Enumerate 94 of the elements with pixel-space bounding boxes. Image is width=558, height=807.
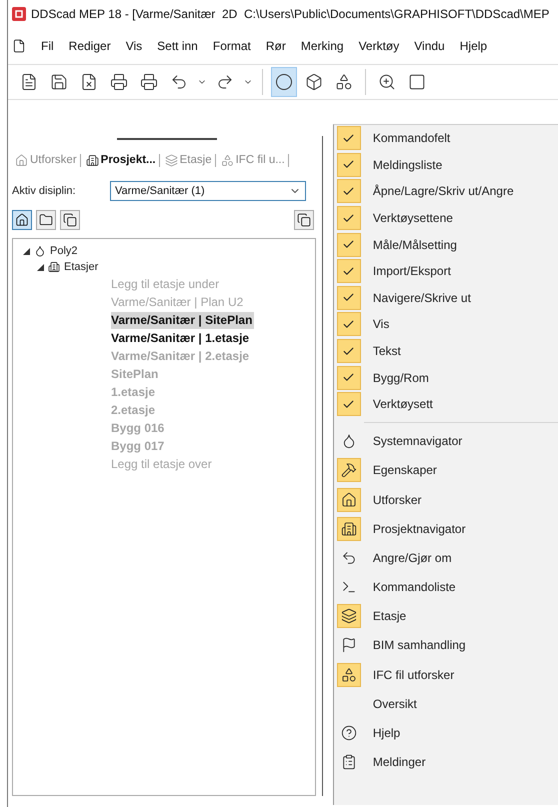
expanded-arrow-icon[interactable] [23,248,30,254]
panel-tab[interactable]: Utforsker [12,154,81,166]
menu-entry[interactable]: Vis [334,311,558,338]
menu-entry[interactable]: Import/Eksport [334,258,558,285]
panel-tab[interactable]: Etasje [162,154,216,166]
checkbox[interactable] [336,126,361,150]
menu-entry[interactable]: Angre/Gjør om [334,543,558,572]
checkbox[interactable] [336,259,361,284]
house-icon [15,213,29,227]
save-icon [50,73,68,91]
menu-entry[interactable]: Navigere/Skrive ut [334,284,558,312]
menu-entry[interactable]: IFC fil utforsker [334,660,558,690]
windows-icon [296,213,311,227]
panel-tab[interactable]: IFC fil u... [218,154,289,166]
checkbox[interactable] [336,179,361,204]
menu-entry[interactable]: Hjelp [334,718,558,748]
shapes-icon [340,666,357,683]
square-icon [408,73,426,91]
delete-file-icon [80,73,98,91]
tree-item[interactable]: Etasjer [64,261,98,273]
view-button[interactable] [12,210,32,230]
undo-icon [340,550,357,566]
discipline-label: Aktiv disiplin: [12,185,77,197]
menu-entry[interactable]: Meldingsliste [334,152,558,178]
menu-entry[interactable]: Tekst [334,338,558,364]
menu-entry[interactable]: Verktøysettene [334,204,558,232]
window-title: DDScad MEP 18 - [Varme/Sanitær 2D C:\Users\Public\Documents\GRAPHISOFT\DDScad\MEP [31,7,550,21]
menu-item[interactable]: Hjelp [460,39,488,53]
menu-entry[interactable]: Egenskaper [334,456,558,485]
checkbox[interactable] [336,286,361,310]
layers-icon [340,608,357,624]
menu-entry[interactable]: Måle/Målsetting [334,231,558,258]
undo-icon [170,73,188,91]
menu-entry[interactable]: Meldinger [334,748,558,777]
house-icon [15,154,28,166]
app-logo-icon [12,7,26,21]
menu-item[interactable]: Format [212,39,251,53]
menu-entry[interactable]: Kommandoliste [334,572,558,602]
printer-icon [110,73,128,91]
shapes-icon [335,73,353,91]
menu-entry[interactable]: Systemnavigator [334,426,558,456]
menu-entry[interactable]: BIM samhandling [334,630,558,660]
menu-entry[interactable]: Prosjektnavigator [334,514,558,544]
menu-entry[interactable]: Utforsker [334,484,558,514]
menu-item[interactable]: Vindu [414,39,445,53]
folder-icon [39,213,53,227]
menu-item[interactable]: Sett inn [157,39,198,53]
checkbox[interactable] [336,232,361,257]
checkbox[interactable] [336,206,361,230]
menu-entry[interactable]: Oversikt [334,689,558,718]
menu-entry[interactable]: Etasje [334,602,558,631]
checkbox[interactable] [336,312,361,336]
hammer-icon [340,462,357,478]
buildings-icon [340,520,357,537]
circle-icon [275,73,293,91]
menu-item[interactable]: Merking [300,39,344,53]
checkbox[interactable] [336,339,361,364]
droplet-icon [34,245,46,257]
menu-item[interactable]: Verktøy [358,39,400,53]
floor-item[interactable]: Varme/Sanitær | SitePlan [111,312,254,329]
tree-item[interactable]: Poly2 [50,245,78,257]
house-icon [340,492,357,508]
copy-icon [63,213,77,227]
layers-icon [164,154,178,166]
building-icon [48,261,60,273]
expanded-arrow-icon[interactable] [37,264,44,270]
checkbox[interactable] [336,152,361,177]
checkbox[interactable] [336,366,361,390]
shapes-icon [220,154,234,166]
panel-tab[interactable]: Prosjekt... [82,154,160,166]
view-button[interactable] [36,210,56,230]
menu-entry[interactable]: Åpne/Lagre/Skriv ut/Angre [334,178,558,205]
discipline-dropdown[interactable]: Varme/Sanitær (1) [110,181,306,201]
toolbar-button[interactable] [271,67,297,97]
clipboard-icon [340,754,357,770]
menu-entry[interactable]: Verktøysett [334,390,558,418]
menu-entry[interactable]: Bygg/Rom [334,364,558,391]
menu-item[interactable]: Vis [126,39,142,53]
zoom-icon [378,73,396,91]
menu-item[interactable]: Fil [41,39,54,53]
cube-icon [305,73,323,91]
flag-icon [340,637,357,654]
help-icon [340,725,357,741]
new-document-icon[interactable] [12,39,26,53]
buildings-icon [86,154,99,166]
menu-item[interactable]: Rediger [68,39,111,53]
menu-entry[interactable]: Kommandofelt [334,125,558,152]
redo-icon [216,73,234,91]
checkbox[interactable] [336,392,361,416]
printer-icon [140,73,158,91]
view-button[interactable] [60,210,80,230]
window-button[interactable] [294,210,314,230]
menu-item[interactable]: Rør [266,39,286,53]
floor-item[interactable]: Varme/Sanitær | 1.etasje [111,330,252,347]
